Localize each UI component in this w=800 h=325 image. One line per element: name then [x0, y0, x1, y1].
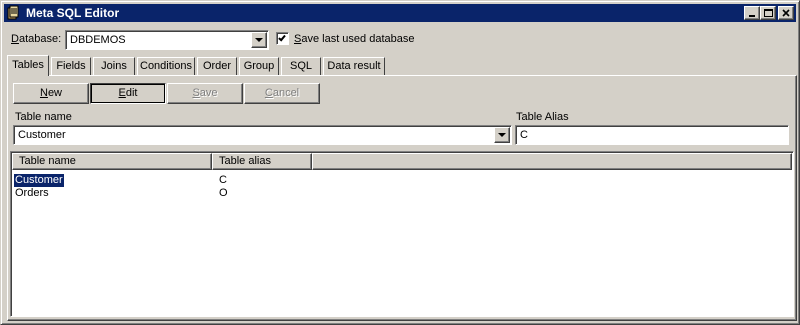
tab-label: Group	[243, 60, 275, 72]
chevron-down-icon	[255, 38, 263, 42]
tab-data-result[interactable]: Data result	[323, 57, 385, 75]
minimize-button[interactable]	[744, 6, 760, 20]
tab-fields[interactable]: Fields	[51, 57, 91, 75]
edit-button[interactable]: Edit	[90, 83, 166, 104]
database-dropdown-button[interactable]	[251, 32, 267, 48]
column-header-label: Table name	[19, 155, 76, 167]
table-alias-label: Table Alias	[516, 111, 569, 123]
table-name-label: Table name	[15, 111, 72, 123]
close-button[interactable]	[778, 6, 794, 20]
tab-label: Order	[202, 60, 232, 72]
tab-label: Data result	[327, 60, 381, 72]
table-name-value: Customer	[18, 129, 66, 141]
database-combo[interactable]: DBDEMOS	[65, 30, 269, 50]
table-name-combo[interactable]: Customer	[13, 125, 512, 145]
minimize-icon	[749, 15, 755, 17]
list-header: Table name Table alias	[12, 153, 792, 170]
tab-order[interactable]: Order	[197, 57, 237, 75]
table-alias-input[interactable]: C	[515, 125, 789, 145]
database-value: DBDEMOS	[70, 34, 126, 46]
table-alias-value: C	[520, 129, 528, 141]
column-header-label: Table alias	[219, 155, 271, 167]
tab-group[interactable]: Group	[239, 57, 279, 75]
row-table-name: Orders	[15, 187, 49, 199]
tab-label: Tables	[12, 59, 44, 71]
save-button[interactable]: Save	[167, 83, 243, 104]
tab-label: Joins	[101, 60, 127, 72]
app-icon[interactable]	[6, 5, 22, 21]
table-row[interactable]: Customer C	[13, 173, 790, 188]
chevron-down-icon	[498, 133, 506, 137]
table-name-dropdown-button[interactable]	[494, 127, 510, 143]
tab-joins[interactable]: Joins	[93, 57, 135, 75]
cancel-button[interactable]: Cancel	[244, 83, 320, 104]
save-last-checkbox[interactable]	[276, 32, 289, 45]
tables-list[interactable]: Table name Table alias Customer C Orders…	[10, 151, 794, 317]
save-last-label[interactable]: Save last used database	[294, 33, 414, 45]
table-row[interactable]: Orders O	[14, 187, 790, 200]
row-table-name: Customer	[13, 173, 65, 188]
database-label: Database:	[11, 33, 62, 45]
tab-label: SQL	[289, 60, 312, 72]
tab-label: Fields	[56, 60, 86, 72]
column-header-table-name[interactable]: Table name	[12, 153, 212, 170]
window-title: Meta SQL Editor	[26, 6, 120, 20]
title-bar[interactable]: Meta SQL Editor	[4, 4, 796, 22]
tab-conditions[interactable]: Conditions	[137, 57, 195, 75]
tab-tables[interactable]: Tables	[7, 55, 49, 76]
main-window: Meta SQL Editor Database: DBDEMOS Save l…	[0, 0, 800, 325]
maximize-button[interactable]	[760, 6, 776, 20]
row-table-alias: C	[219, 174, 227, 186]
tab-label: Conditions	[140, 60, 192, 72]
row-table-alias: O	[219, 187, 228, 199]
column-header-table-alias[interactable]: Table alias	[212, 153, 312, 170]
caption-buttons	[744, 6, 794, 20]
maximize-icon	[764, 9, 773, 17]
checkmark-icon	[278, 33, 286, 42]
column-header-filler	[312, 153, 792, 170]
new-button[interactable]: New	[13, 83, 89, 104]
tab-sql[interactable]: SQL	[281, 57, 321, 75]
close-icon	[782, 9, 790, 17]
